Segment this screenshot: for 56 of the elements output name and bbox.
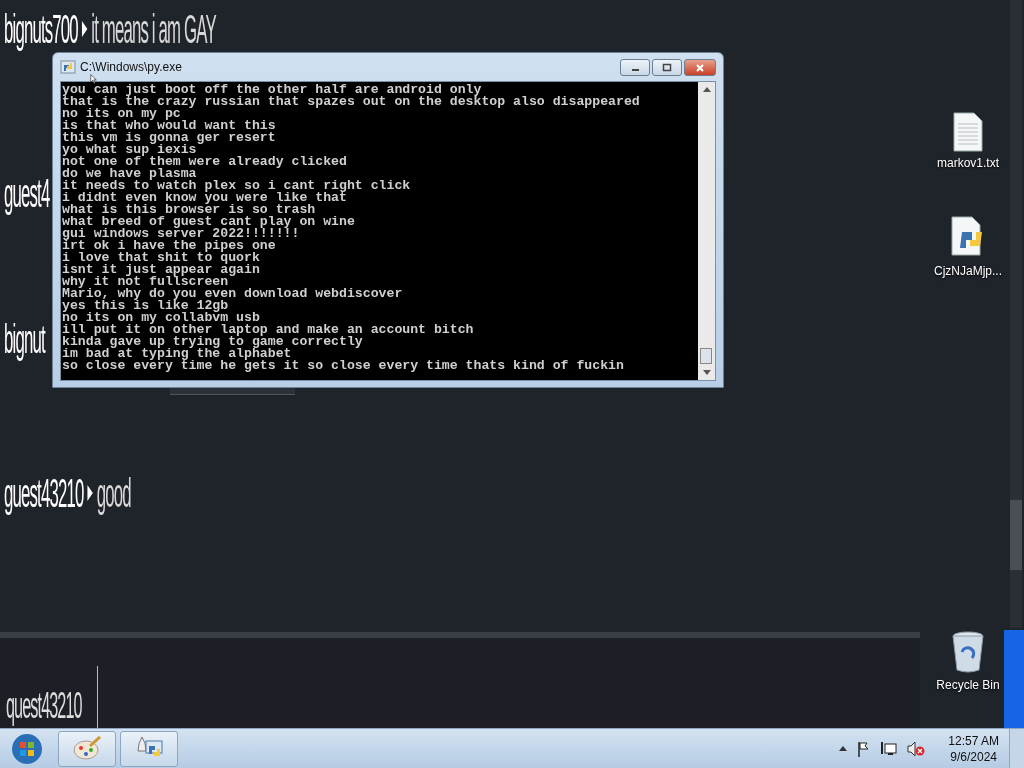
minimize-button[interactable] bbox=[620, 59, 650, 76]
console-line: what breed of guest cant play on wine bbox=[62, 216, 356, 228]
chat-username: guest4 bbox=[4, 171, 50, 215]
console-line: im bad at typing the alphabet bbox=[62, 348, 292, 360]
console-line: do we have plasma bbox=[62, 168, 198, 180]
console-line: i love that shit to quork bbox=[62, 252, 261, 264]
taskbar-button[interactable] bbox=[120, 730, 178, 767]
console-line: so close every time he gets it so close every time thats kind of fuckin bbox=[62, 360, 625, 372]
console-line: ill put it on other laptop and make an account bitch bbox=[62, 324, 475, 336]
console-line: what is this browser is so trash bbox=[62, 204, 317, 216]
console-line: irt ok i have the pipes one bbox=[62, 240, 277, 252]
console-line: i didnt even know you were like that bbox=[62, 192, 347, 204]
scroll-up-icon[interactable] bbox=[702, 87, 711, 92]
chat-message: it means i am GAY bbox=[91, 7, 216, 51]
console-line: no its on my collabvm usb bbox=[62, 312, 260, 324]
console-line: is that who would want this bbox=[62, 120, 277, 132]
close-icon bbox=[695, 62, 705, 73]
console-line: this vm is gonna ger resert bbox=[62, 132, 277, 144]
console-line: it needs to watch plex so i cant right click bbox=[62, 180, 412, 192]
text-file-icon bbox=[952, 112, 984, 152]
scroll-down-icon[interactable] bbox=[702, 370, 711, 375]
console-line: you can just boot off the other half are android only bbox=[62, 84, 482, 96]
console-line: Mario, why do you even download webdiscover bbox=[62, 288, 404, 300]
console-line: yes this is like 12gb bbox=[62, 300, 230, 312]
recycle-bin-icon bbox=[950, 630, 986, 674]
desktop-icon[interactable]: Recycle Bin bbox=[928, 630, 1008, 692]
desktop-icon[interactable]: markov1.txt bbox=[928, 112, 1008, 170]
chat-username: guest43210 bbox=[4, 471, 84, 515]
network-icon[interactable] bbox=[881, 740, 898, 757]
windows-logo-icon bbox=[11, 732, 43, 765]
console-line: why it not fullscreen bbox=[62, 276, 229, 288]
maximize-button[interactable] bbox=[652, 59, 682, 76]
show-hidden-icons-icon[interactable] bbox=[839, 746, 848, 751]
muted-speaker-icon[interactable] bbox=[907, 740, 926, 757]
scroll-thumb[interactable] bbox=[700, 348, 712, 364]
minimize-icon bbox=[631, 69, 639, 71]
console-line: no its on my pc bbox=[62, 108, 181, 120]
clock[interactable]: 12:57 AM 9/6/2024 bbox=[948, 732, 999, 765]
console-line: that is the crazy russian that spazes out on the desktop also disappeared bbox=[62, 96, 641, 108]
window-title: C:\Windows\py.exe bbox=[80, 61, 182, 73]
chat-username: bignuts700 bbox=[4, 7, 78, 51]
desktop-icon[interactable]: CjzNJaMjp... bbox=[928, 216, 1008, 278]
console-line: gui windows server 2022!!!!!!! bbox=[62, 228, 301, 240]
chat-username: quest43210 bbox=[6, 686, 82, 726]
chat-message: good bbox=[96, 471, 131, 515]
console-line: kinda gave up trying to game correctly bbox=[62, 336, 364, 348]
arrow-icon bbox=[86, 485, 94, 501]
chat-username: bignut bbox=[4, 317, 45, 361]
palette-icon bbox=[72, 735, 102, 762]
maximize-icon bbox=[662, 62, 672, 73]
console-line: isnt it just appear again bbox=[62, 264, 261, 276]
python-icon bbox=[60, 59, 76, 75]
close-button[interactable] bbox=[684, 59, 716, 76]
console-line: yo what sup iexis bbox=[62, 144, 197, 156]
arrow-icon bbox=[81, 21, 88, 37]
console-line: not one of them were already clicked bbox=[62, 156, 348, 168]
